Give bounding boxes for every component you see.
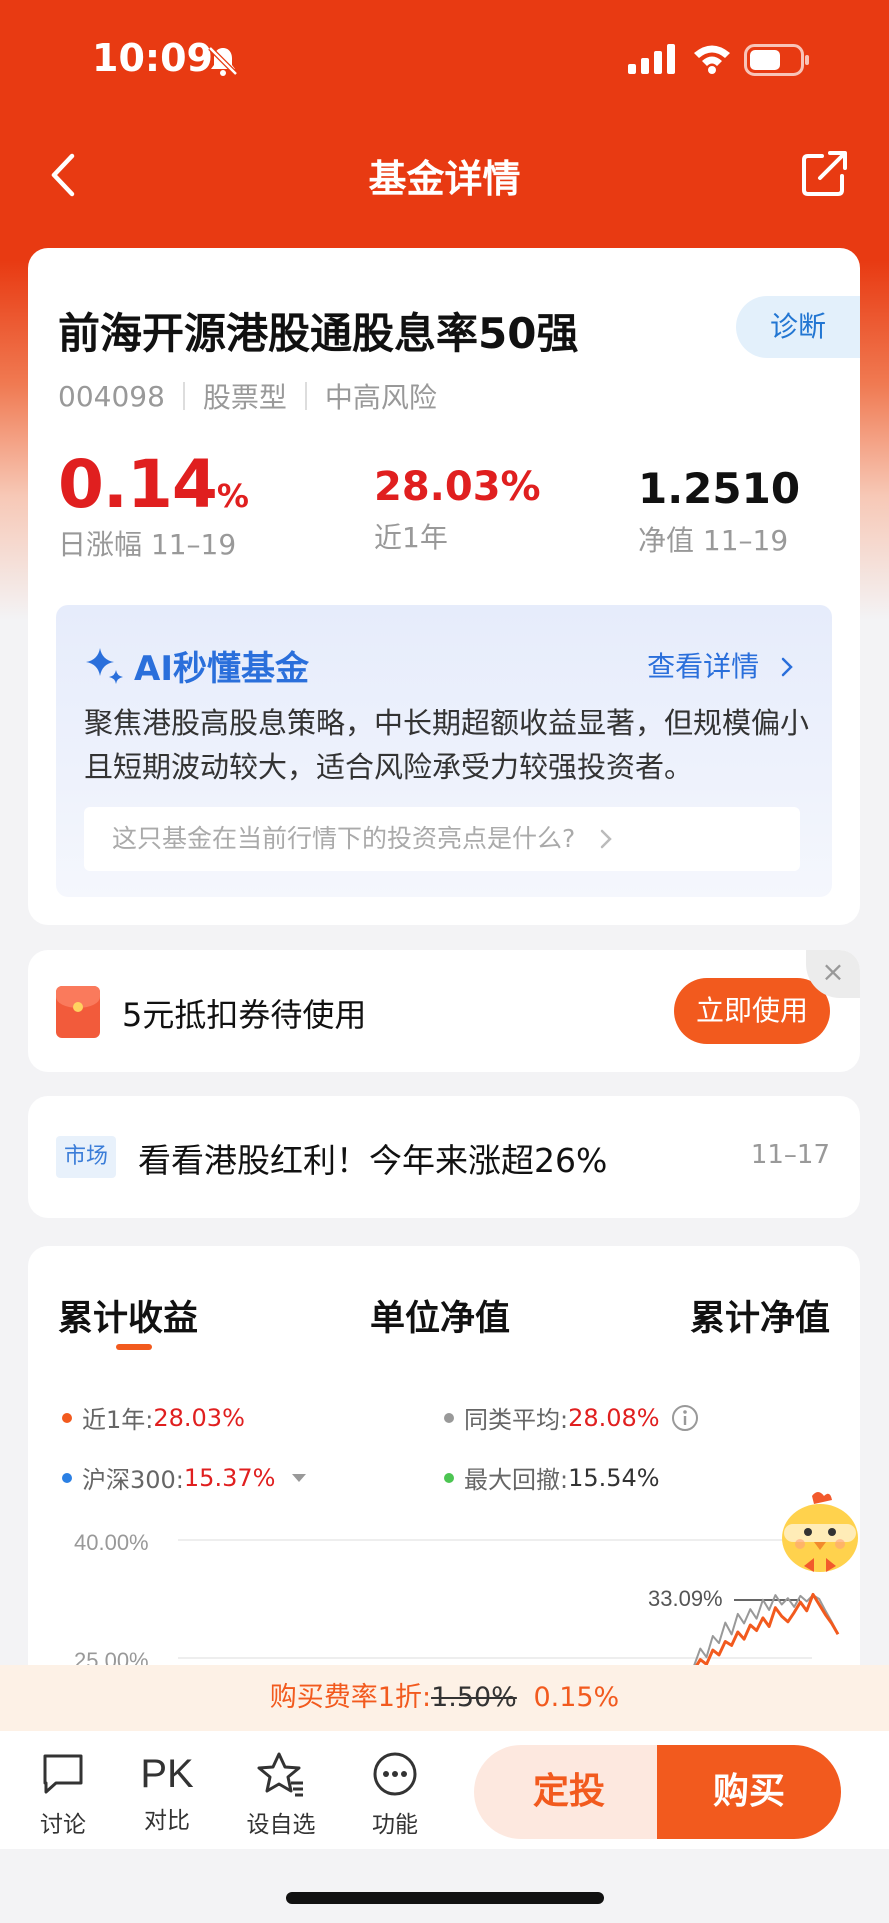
day-change-unit: % <box>216 477 249 515</box>
fund-code: 004098 <box>58 379 165 413</box>
return-chart[interactable]: 40.00% 25.00% 33.09% <box>28 1516 860 1686</box>
red-envelope-icon <box>56 986 100 1038</box>
meta-divider <box>182 382 185 410</box>
chevron-right-icon <box>781 657 793 677</box>
peak-annotation: 33.09% <box>648 1586 723 1611</box>
ai-view-details-link[interactable]: 查看详情 <box>647 645 796 685</box>
ai-title: AI秒懂基金 <box>82 641 309 690</box>
fund-risk: 中高风险 <box>324 381 437 414</box>
battery-icon <box>744 44 809 76</box>
ai-question-prompt[interactable]: 这只基金在当前行情下的投资亮点是什么? <box>84 807 800 871</box>
legend-dot <box>444 1412 454 1423</box>
legend-index[interactable]: 沪深300: 15.37% <box>62 1460 307 1495</box>
star-list-icon <box>257 1752 303 1797</box>
discuss-label: 讨论 <box>40 1812 86 1838</box>
nav-label: 净值 11–19 <box>638 524 789 557</box>
news-card[interactable]: 市场 看看港股红利！今年来涨超26% 11–17 <box>28 1096 860 1218</box>
bell-mute-icon <box>208 46 238 76</box>
legend-fund-label: 近1年: <box>82 1406 154 1434</box>
use-coupon-button[interactable]: 立即使用 <box>674 978 830 1044</box>
performance-chart-card: 累计收益 单位净值 累计净值 近1年: 28.03% 同类平均: 28.08% … <box>28 1246 860 1686</box>
caret-down-icon[interactable] <box>291 1472 307 1484</box>
pk-icon: PK <box>140 1752 194 1796</box>
legend-drawdown-value: 15.54% <box>568 1463 660 1492</box>
fund-meta: 004098 股票型 中高风险 <box>58 376 437 416</box>
chart-tabs: 累计收益 单位净值 累计净值 <box>28 1290 860 1350</box>
meta-divider <box>304 382 307 410</box>
diagnose-button[interactable]: 诊断 <box>736 296 860 358</box>
legend-fund-value: 28.03% <box>153 1403 245 1432</box>
legend-drawdown: 最大回撤: 15.54% <box>444 1460 660 1495</box>
nav-stat: 1.2510 净值 11–19 <box>638 464 800 559</box>
ai-insight-card: AI秒懂基金 查看详情 聚焦港股高股息策略，中长期超额收益显著，但规模偏小且短期… <box>28 603 860 925</box>
home-indicator <box>286 1892 604 1904</box>
news-date: 11–17 <box>750 1140 830 1170</box>
ai-view-details-text: 查看详情 <box>647 650 760 683</box>
auto-invest-button[interactable]: 定投 <box>474 1745 664 1839</box>
day-change-value: 0.14 <box>58 446 218 523</box>
nav-value: 1.2510 <box>638 464 801 513</box>
fund-name: 前海开源港股通股息率50强 <box>58 309 579 358</box>
news-tag: 市场 <box>56 1136 117 1178</box>
ai-description: 聚焦港股高股息策略，中长期超额收益显著，但规模偏小且短期波动较大，适合风险承受力… <box>84 706 810 784</box>
coupon-text: 5元抵扣券待使用 <box>122 996 367 1034</box>
ai-question-text: 这只基金在当前行情下的投资亮点是什么? <box>112 824 576 853</box>
compare-label: 对比 <box>144 1808 190 1834</box>
functions-label: 功能 <box>372 1812 418 1838</box>
watchlist-label: 设自选 <box>246 1812 316 1838</box>
fee-original: 1.50% <box>431 1682 517 1713</box>
fee-discount: 0.15% <box>533 1682 620 1713</box>
page-title: 基金详情 <box>368 157 521 201</box>
tab-cumulative-nav[interactable]: 累计净值 <box>690 1290 830 1341</box>
info-icon[interactable] <box>670 1403 700 1433</box>
share-icon[interactable] <box>800 148 850 198</box>
legend-peer: 同类平均: 28.08% <box>444 1400 700 1435</box>
coupon-card: 5元抵扣券待使用 立即使用 × <box>28 950 860 1072</box>
signal-icon <box>628 44 675 74</box>
status-bar: 10:09 <box>0 0 889 120</box>
ai-insight-panel: AI秒懂基金 查看详情 聚焦港股高股息策略，中长期超额收益显著，但规模偏小且短期… <box>56 605 832 897</box>
year-return-value: 28.03% <box>374 464 541 510</box>
status-time: 10:09 <box>92 36 213 80</box>
add-watchlist-button[interactable]: 设自选 <box>236 1751 326 1839</box>
fund-type: 股票型 <box>202 381 287 414</box>
chevron-right-icon <box>600 829 613 849</box>
legend-index-value: 15.37% <box>183 1463 276 1492</box>
y-tick-label: 40.00% <box>74 1530 149 1555</box>
sparkle-icon <box>86 647 123 684</box>
legend-peer-value: 28.08% <box>568 1403 660 1432</box>
nav-bar: 基金详情 <box>0 130 889 220</box>
compare-button[interactable]: PK 对比 <box>122 1751 212 1835</box>
fee-prefix: 购买费率1折: <box>269 1682 432 1713</box>
year-return-label: 近1年 <box>374 521 448 554</box>
functions-button[interactable]: 功能 <box>350 1751 440 1839</box>
legend-dot <box>62 1412 72 1423</box>
discuss-button[interactable]: 讨论 <box>18 1751 108 1839</box>
tab-unit-nav[interactable]: 单位净值 <box>370 1290 510 1341</box>
year-return-stat: 28.03% 近1年 <box>374 464 541 556</box>
ai-title-text: AI秒懂基金 <box>134 649 309 689</box>
mascot-icon[interactable] <box>774 1488 866 1578</box>
buy-button[interactable]: 购买 <box>657 1745 841 1839</box>
day-change-stat: 0.14% 日涨幅 11–19 <box>58 446 249 563</box>
legend-dot <box>62 1472 72 1483</box>
legend-index-label: 沪深300: <box>82 1466 184 1494</box>
bottom-action-bar: 讨论 PK 对比 设自选 功能 定投 购买 <box>0 1731 889 1849</box>
more-dots-icon <box>373 1752 417 1796</box>
legend-fund: 近1年: 28.03% <box>62 1400 245 1435</box>
chat-bubble-icon <box>43 1754 83 1794</box>
day-change-label: 日涨幅 11–19 <box>58 528 237 561</box>
fund-summary-card: 前海开源港股通股息率50强 诊断 004098 股票型 中高风险 0.14% 日… <box>28 248 860 603</box>
tab-cumulative-return[interactable]: 累计收益 <box>58 1290 198 1341</box>
news-title[interactable]: 看看港股红利！今年来涨超26% <box>138 1134 607 1182</box>
active-tab-indicator <box>116 1344 152 1350</box>
wifi-icon <box>694 45 730 74</box>
fee-discount-bar: 购买费率1折:1.50% 0.15% <box>0 1665 889 1731</box>
legend-dot <box>444 1472 454 1483</box>
legend-peer-label: 同类平均: <box>464 1406 569 1434</box>
legend-drawdown-label: 最大回撤: <box>464 1466 569 1494</box>
